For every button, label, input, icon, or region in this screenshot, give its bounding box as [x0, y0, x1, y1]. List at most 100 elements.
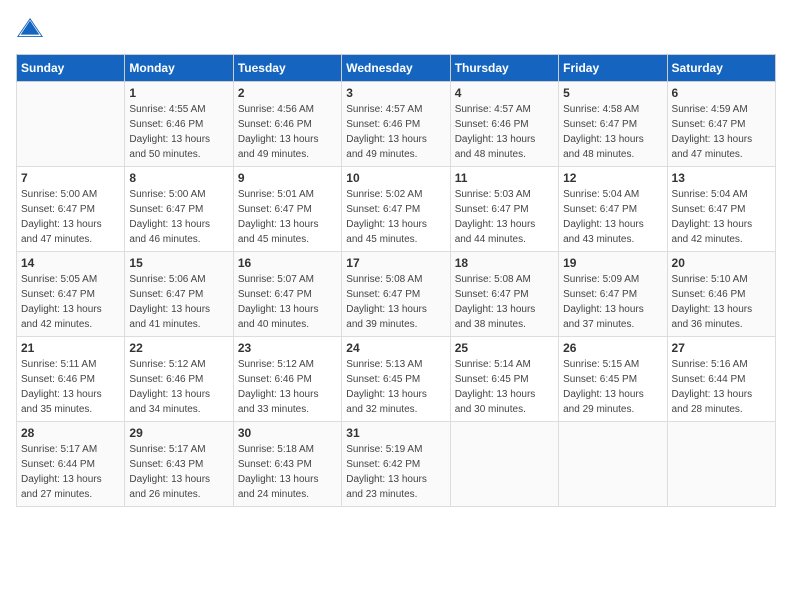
- day-info: Sunrise: 5:11 AM Sunset: 6:46 PM Dayligh…: [21, 357, 120, 417]
- day-number: 12: [563, 171, 662, 185]
- weekday-header: Wednesday: [342, 55, 450, 82]
- day-info: Sunrise: 5:17 AM Sunset: 6:44 PM Dayligh…: [21, 442, 120, 502]
- calendar-cell: 16Sunrise: 5:07 AM Sunset: 6:47 PM Dayli…: [233, 252, 341, 337]
- day-number: 25: [455, 341, 554, 355]
- calendar-week-row: 21 Sunrise: 5:11 AM Sunset: 6:46 PM Dayli…: [17, 337, 776, 422]
- calendar-cell: 26Sunrise: 5:15 AM Sunset: 6:45 PM Dayli…: [559, 337, 667, 422]
- weekday-header: Thursday: [450, 55, 558, 82]
- day-info: Sunrise: 5:19 AM Sunset: 6:42 PM Dayligh…: [346, 442, 445, 502]
- day-number: 31: [346, 426, 445, 440]
- calendar-cell: 24 Sunrise: 5:13 AM Sunset: 6:45 PM Dayli…: [342, 337, 450, 422]
- day-info: Sunrise: 5:08 AM Sunset: 6:47 PM Dayligh…: [455, 272, 554, 332]
- day-info: Sunrise: 5:12 AM Sunset: 6:46 PM Dayligh…: [238, 357, 337, 417]
- calendar-cell: 5Sunrise: 4:58 AM Sunset: 6:47 PM Daylig…: [559, 82, 667, 167]
- day-info: Sunrise: 5:03 AM Sunset: 6:47 PM Dayligh…: [455, 187, 554, 247]
- day-number: 20: [672, 256, 771, 270]
- logo-icon: [16, 16, 44, 44]
- calendar-cell: 12 Sunrise: 5:04 AM Sunset: 6:47 PM Dayli…: [559, 167, 667, 252]
- day-number: 2: [238, 86, 337, 100]
- calendar-cell: 29 Sunrise: 5:17 AM Sunset: 6:43 PM Dayli…: [125, 422, 233, 507]
- day-number: 24: [346, 341, 445, 355]
- day-number: 14: [21, 256, 120, 270]
- day-number: 22: [129, 341, 228, 355]
- day-info: Sunrise: 5:10 AM Sunset: 6:46 PM Dayligh…: [672, 272, 771, 332]
- calendar-cell: 11 Sunrise: 5:03 AM Sunset: 6:47 PM Dayli…: [450, 167, 558, 252]
- calendar-cell: 10 Sunrise: 5:02 AM Sunset: 6:47 PM Dayli…: [342, 167, 450, 252]
- calendar-cell: 17 Sunrise: 5:08 AM Sunset: 6:47 PM Dayli…: [342, 252, 450, 337]
- day-info: Sunrise: 5:07 AM Sunset: 6:47 PM Dayligh…: [238, 272, 337, 332]
- day-info: Sunrise: 5:04 AM Sunset: 6:47 PM Dayligh…: [563, 187, 662, 247]
- calendar-cell: 2 Sunrise: 4:56 AM Sunset: 6:46 PM Daylig…: [233, 82, 341, 167]
- calendar-cell: [450, 422, 558, 507]
- day-number: 29: [129, 426, 228, 440]
- header: [16, 16, 776, 44]
- calendar-cell: 18 Sunrise: 5:08 AM Sunset: 6:47 PM Dayli…: [450, 252, 558, 337]
- day-info: Sunrise: 4:57 AM Sunset: 6:46 PM Dayligh…: [346, 102, 445, 162]
- day-info: Sunrise: 4:58 AM Sunset: 6:47 PM Dayligh…: [563, 102, 662, 162]
- calendar-cell: 14 Sunrise: 5:05 AM Sunset: 6:47 PM Dayli…: [17, 252, 125, 337]
- day-number: 21: [21, 341, 120, 355]
- weekday-header: Sunday: [17, 55, 125, 82]
- day-info: Sunrise: 5:00 AM Sunset: 6:47 PM Dayligh…: [21, 187, 120, 247]
- day-info: Sunrise: 4:59 AM Sunset: 6:47 PM Dayligh…: [672, 102, 771, 162]
- day-info: Sunrise: 5:00 AM Sunset: 6:47 PM Dayligh…: [129, 187, 228, 247]
- calendar-cell: 20 Sunrise: 5:10 AM Sunset: 6:46 PM Dayli…: [667, 252, 775, 337]
- calendar-cell: 27Sunrise: 5:16 AM Sunset: 6:44 PM Dayli…: [667, 337, 775, 422]
- day-info: Sunrise: 5:02 AM Sunset: 6:47 PM Dayligh…: [346, 187, 445, 247]
- day-number: 1: [129, 86, 228, 100]
- day-info: Sunrise: 5:15 AM Sunset: 6:45 PM Dayligh…: [563, 357, 662, 417]
- day-info: Sunrise: 5:13 AM Sunset: 6:45 PM Dayligh…: [346, 357, 445, 417]
- calendar-cell: 15 Sunrise: 5:06 AM Sunset: 6:47 PM Dayli…: [125, 252, 233, 337]
- calendar-week-row: 28Sunrise: 5:17 AM Sunset: 6:44 PM Dayli…: [17, 422, 776, 507]
- day-info: Sunrise: 5:14 AM Sunset: 6:45 PM Dayligh…: [455, 357, 554, 417]
- calendar-cell: [17, 82, 125, 167]
- calendar-cell: 23 Sunrise: 5:12 AM Sunset: 6:46 PM Dayli…: [233, 337, 341, 422]
- day-number: 11: [455, 171, 554, 185]
- calendar-cell: 8 Sunrise: 5:00 AM Sunset: 6:47 PM Daylig…: [125, 167, 233, 252]
- calendar-cell: 19 Sunrise: 5:09 AM Sunset: 6:47 PM Dayli…: [559, 252, 667, 337]
- day-info: Sunrise: 5:17 AM Sunset: 6:43 PM Dayligh…: [129, 442, 228, 502]
- calendar-cell: 3Sunrise: 4:57 AM Sunset: 6:46 PM Daylig…: [342, 82, 450, 167]
- calendar-body: 1Sunrise: 4:55 AM Sunset: 6:46 PM Daylig…: [17, 82, 776, 507]
- day-info: Sunrise: 5:06 AM Sunset: 6:47 PM Dayligh…: [129, 272, 228, 332]
- day-number: 17: [346, 256, 445, 270]
- day-number: 10: [346, 171, 445, 185]
- day-info: Sunrise: 5:18 AM Sunset: 6:43 PM Dayligh…: [238, 442, 337, 502]
- day-info: Sunrise: 4:56 AM Sunset: 6:46 PM Dayligh…: [238, 102, 337, 162]
- weekday-header: Tuesday: [233, 55, 341, 82]
- calendar-cell: 9 Sunrise: 5:01 AM Sunset: 6:47 PM Daylig…: [233, 167, 341, 252]
- logo: [16, 16, 46, 44]
- calendar-week-row: 7 Sunrise: 5:00 AM Sunset: 6:47 PM Daylig…: [17, 167, 776, 252]
- day-number: 18: [455, 256, 554, 270]
- weekday-header: Saturday: [667, 55, 775, 82]
- day-number: 15: [129, 256, 228, 270]
- day-number: 19: [563, 256, 662, 270]
- day-info: Sunrise: 5:04 AM Sunset: 6:47 PM Dayligh…: [672, 187, 771, 247]
- calendar-week-row: 1Sunrise: 4:55 AM Sunset: 6:46 PM Daylig…: [17, 82, 776, 167]
- day-number: 4: [455, 86, 554, 100]
- calendar-table: SundayMondayTuesdayWednesdayThursdayFrid…: [16, 54, 776, 507]
- calendar-cell: 28Sunrise: 5:17 AM Sunset: 6:44 PM Dayli…: [17, 422, 125, 507]
- day-info: Sunrise: 4:57 AM Sunset: 6:46 PM Dayligh…: [455, 102, 554, 162]
- day-number: 9: [238, 171, 337, 185]
- calendar-cell: 22 Sunrise: 5:12 AM Sunset: 6:46 PM Dayli…: [125, 337, 233, 422]
- calendar-cell: 1Sunrise: 4:55 AM Sunset: 6:46 PM Daylig…: [125, 82, 233, 167]
- day-number: 7: [21, 171, 120, 185]
- day-info: Sunrise: 5:01 AM Sunset: 6:47 PM Dayligh…: [238, 187, 337, 247]
- day-number: 23: [238, 341, 337, 355]
- day-number: 13: [672, 171, 771, 185]
- calendar-cell: 25 Sunrise: 5:14 AM Sunset: 6:45 PM Dayli…: [450, 337, 558, 422]
- calendar-cell: 31 Sunrise: 5:19 AM Sunset: 6:42 PM Dayli…: [342, 422, 450, 507]
- day-info: Sunrise: 5:09 AM Sunset: 6:47 PM Dayligh…: [563, 272, 662, 332]
- day-number: 6: [672, 86, 771, 100]
- day-info: Sunrise: 5:12 AM Sunset: 6:46 PM Dayligh…: [129, 357, 228, 417]
- calendar-cell: 21 Sunrise: 5:11 AM Sunset: 6:46 PM Dayli…: [17, 337, 125, 422]
- day-info: Sunrise: 5:05 AM Sunset: 6:47 PM Dayligh…: [21, 272, 120, 332]
- calendar-cell: 7 Sunrise: 5:00 AM Sunset: 6:47 PM Daylig…: [17, 167, 125, 252]
- weekday-header-row: SundayMondayTuesdayWednesdayThursdayFrid…: [17, 55, 776, 82]
- day-number: 8: [129, 171, 228, 185]
- calendar-header: SundayMondayTuesdayWednesdayThursdayFrid…: [17, 55, 776, 82]
- calendar-cell: [559, 422, 667, 507]
- calendar-cell: 4 Sunrise: 4:57 AM Sunset: 6:46 PM Daylig…: [450, 82, 558, 167]
- day-info: Sunrise: 5:08 AM Sunset: 6:47 PM Dayligh…: [346, 272, 445, 332]
